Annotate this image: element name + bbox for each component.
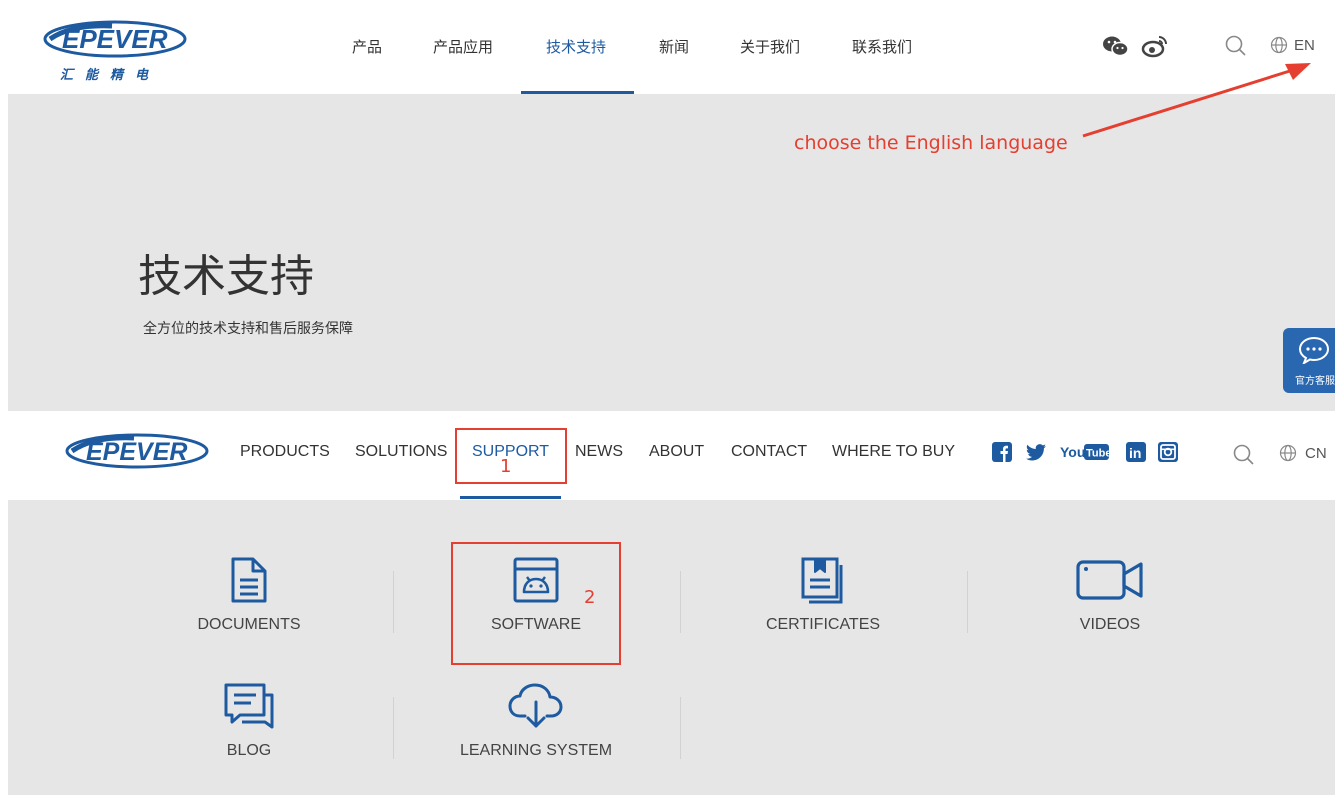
- tile-label: BLOG: [226, 742, 272, 759]
- cn-nav-about[interactable]: 关于我们: [740, 36, 800, 57]
- facebook-icon[interactable]: [991, 441, 1013, 463]
- search-icon[interactable]: [1232, 443, 1256, 467]
- epever-logo[interactable]: EPEVER: [64, 431, 210, 471]
- search-icon[interactable]: [1224, 34, 1248, 58]
- linkedin-icon[interactable]: in: [1125, 441, 1147, 463]
- active-nav-indicator: [460, 496, 561, 499]
- twitter-icon[interactable]: [1025, 441, 1047, 463]
- annotation-box-software: [451, 542, 621, 665]
- tile-documents[interactable]: DOCUMENTS: [124, 556, 374, 634]
- en-header: EPEVER PRODUCTS SOLUTIONS SUPPORT NEWS A…: [0, 411, 1335, 500]
- page-subtitle: 全方位的技术支持和售后服务保障: [143, 321, 353, 337]
- divider: [680, 571, 681, 633]
- svg-text:Tube: Tube: [1086, 448, 1110, 460]
- document-icon: [231, 557, 267, 603]
- language-switch-cn[interactable]: CN: [1279, 444, 1327, 462]
- logo-text: EPEVER: [62, 24, 168, 54]
- annotation-arrow: [1082, 63, 1311, 138]
- annotation-step-2: 2: [584, 587, 596, 608]
- tile-blog[interactable]: BLOG: [124, 682, 374, 760]
- divider: [967, 571, 968, 633]
- svg-text:in: in: [1129, 445, 1141, 461]
- video-icon: [1076, 560, 1143, 600]
- instagram-icon[interactable]: [1157, 441, 1179, 463]
- divider: [680, 697, 681, 759]
- wechat-icon[interactable]: [1102, 34, 1130, 58]
- annotation-text: choose the English language: [794, 132, 1068, 154]
- nav-about[interactable]: ABOUT: [649, 443, 704, 461]
- language-switch-en[interactable]: EN: [1270, 36, 1315, 54]
- nav-products[interactable]: PRODUCTS: [240, 443, 330, 461]
- weibo-icon[interactable]: [1141, 34, 1169, 58]
- tile-label: CERTIFICATES: [765, 616, 881, 633]
- nav-contact[interactable]: CONTACT: [731, 443, 807, 461]
- tile-videos[interactable]: VIDEOS: [985, 556, 1235, 634]
- cn-nav-contact[interactable]: 联系我们: [852, 36, 912, 57]
- nav-solutions[interactable]: SOLUTIONS: [355, 443, 447, 461]
- epever-logo-cn[interactable]: EPEVER 汇能精电: [42, 18, 192, 83]
- language-label: EN: [1294, 36, 1315, 54]
- divider: [393, 697, 394, 759]
- page-title: 技术支持: [138, 251, 314, 302]
- tile-learning-system[interactable]: LEARNING SYSTEM: [411, 682, 661, 760]
- chat-bubble-icon: [1298, 336, 1330, 364]
- nav-news[interactable]: NEWS: [575, 443, 623, 461]
- certificate-icon: [801, 557, 843, 604]
- svg-text:You: You: [1060, 444, 1085, 460]
- globe-icon: [1279, 444, 1297, 462]
- customer-service-widget[interactable]: 官方客服: [1283, 328, 1335, 393]
- logo-text: EPEVER: [86, 438, 187, 466]
- cn-nav-applications[interactable]: 产品应用: [433, 36, 493, 57]
- blog-icon: [224, 683, 274, 729]
- divider: [393, 571, 394, 633]
- tile-label: VIDEOS: [1079, 616, 1141, 633]
- cn-nav-support[interactable]: 技术支持: [546, 36, 606, 57]
- language-label: CN: [1305, 444, 1327, 462]
- tile-label: LEARNING SYSTEM: [459, 742, 613, 759]
- globe-icon: [1270, 36, 1288, 54]
- tile-certificates[interactable]: CERTIFICATES: [698, 556, 948, 634]
- cloud-download-icon: [508, 683, 563, 728]
- cn-nav-news[interactable]: 新闻: [659, 36, 689, 57]
- nav-where-to-buy[interactable]: WHERE TO BUY: [832, 443, 955, 461]
- tile-label: DOCUMENTS: [197, 616, 301, 633]
- annotation-step-1: 1: [500, 456, 512, 477]
- logo-cn-text: 汇能精电: [60, 68, 161, 83]
- cn-nav-products[interactable]: 产品: [352, 36, 382, 57]
- youtube-icon[interactable]: You Tube: [1060, 441, 1110, 463]
- customer-service-label: 官方客服: [1295, 376, 1335, 387]
- epever-logo-mark: EPEVER: [43, 20, 187, 58]
